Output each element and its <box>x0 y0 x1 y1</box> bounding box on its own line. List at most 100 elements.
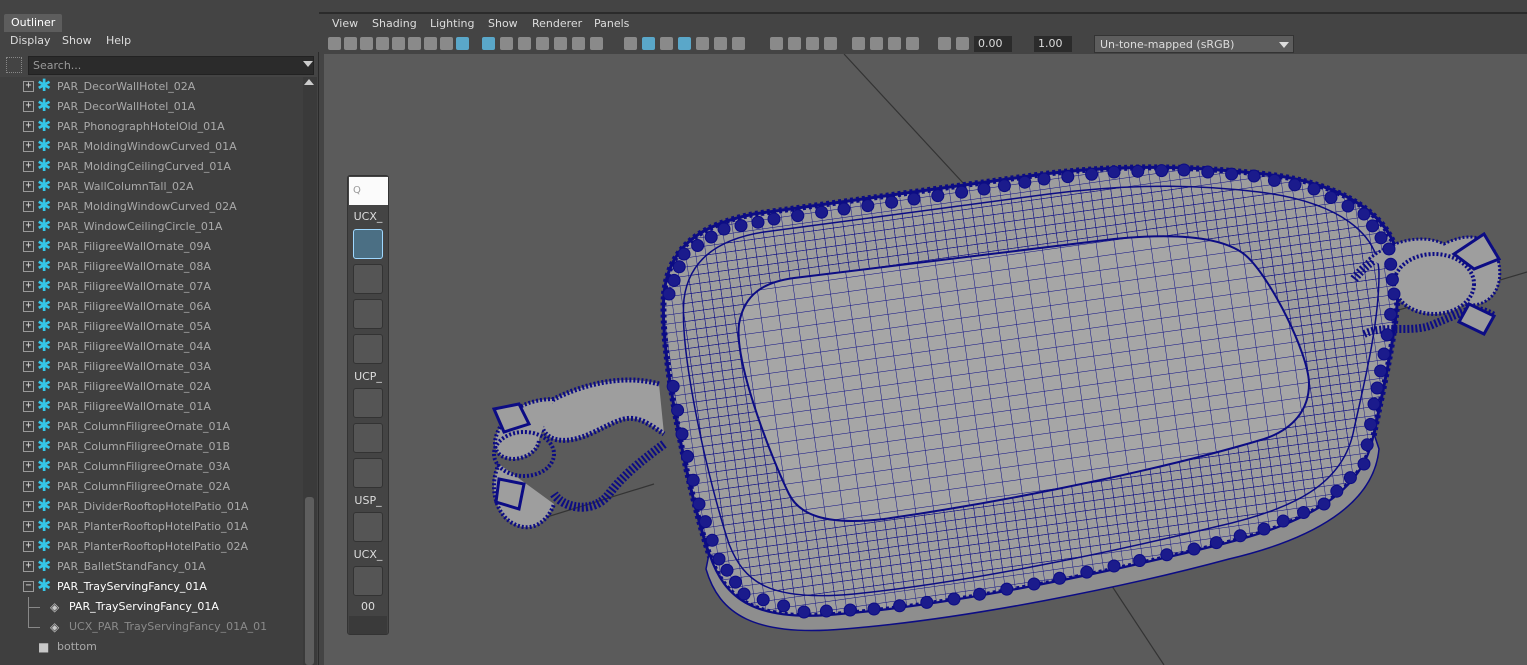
outliner-camera-row[interactable]: ■ bottom <box>0 637 303 657</box>
filter-toggle-icon[interactable] <box>6 57 22 73</box>
outliner-scroll-thumb[interactable] <box>305 497 314 665</box>
expand-icon[interactable]: + <box>23 461 34 472</box>
menu-panels[interactable]: Panels <box>594 17 629 30</box>
color-management-arrow-icon[interactable] <box>1279 42 1289 48</box>
expand-icon[interactable]: + <box>23 421 34 432</box>
toolbar-tool-icon[interactable] <box>424 37 437 50</box>
expand-icon[interactable]: + <box>23 101 34 112</box>
outliner-row[interactable]: + ✱ PAR_MoldingWindowCurved_02A <box>0 197 303 217</box>
toolbar-tool-icon[interactable] <box>770 37 783 50</box>
expand-icon[interactable]: + <box>23 241 34 252</box>
toolbar-tool-icon[interactable] <box>888 37 901 50</box>
toolbar-tool-icon[interactable] <box>624 37 637 50</box>
expand-icon[interactable]: + <box>23 81 34 92</box>
toolbar-tool-icon[interactable] <box>906 37 919 50</box>
menu-renderer[interactable]: Renderer <box>532 17 582 30</box>
toolbar-tool-icon[interactable] <box>344 37 357 50</box>
toolbar-tool-icon[interactable] <box>678 37 691 50</box>
expand-icon[interactable]: + <box>23 261 34 272</box>
expand-icon[interactable]: + <box>23 401 34 412</box>
toolbar-tool-icon[interactable] <box>824 37 837 50</box>
ucx-slab3-button[interactable] <box>353 334 383 364</box>
outliner-row[interactable]: + ✱ PAR_FiligreeWallOrnate_09A <box>0 237 303 257</box>
color-management-select[interactable]: Un-tone-mapped (sRGB) <box>1094 35 1294 53</box>
ucx-slab2-button[interactable] <box>353 299 383 329</box>
expand-icon[interactable]: + <box>23 181 34 192</box>
expand-icon[interactable]: + <box>23 121 34 132</box>
tab-outliner[interactable]: Outliner <box>4 14 62 32</box>
toolbar-tool-icon[interactable] <box>852 37 865 50</box>
outliner-row[interactable]: + ✱ PAR_DecorWallHotel_02A <box>0 77 303 97</box>
outliner-row[interactable]: + ✱ PAR_PlanterRooftopHotelPatio_02A <box>0 537 303 557</box>
outliner-row[interactable]: + ✱ PAR_WallColumnTall_02A <box>0 177 303 197</box>
toolbar-tool-icon[interactable] <box>572 37 585 50</box>
toolbar-tool-icon[interactable] <box>440 37 453 50</box>
ucx-create-button[interactable] <box>353 229 383 259</box>
expand-icon[interactable]: + <box>23 481 34 492</box>
search-dropdown-arrow-icon[interactable] <box>303 61 313 67</box>
outliner-child-row[interactable]: ◈ PAR_TrayServingFancy_01A <box>0 597 303 617</box>
ucp-capsule-rot-button[interactable] <box>353 423 383 453</box>
menu-display[interactable]: Display <box>10 34 51 47</box>
toolbar-tool-icon[interactable] <box>500 37 513 50</box>
toolbar-tool-icon[interactable] <box>456 37 469 50</box>
expand-icon[interactable]: + <box>23 221 34 232</box>
toolbar-tool-icon[interactable] <box>788 37 801 50</box>
expand-icon[interactable]: + <box>23 521 34 532</box>
outliner-row[interactable]: + ✱ PAR_FiligreeWallOrnate_01A <box>0 397 303 417</box>
toolbar-tool-icon[interactable] <box>696 37 709 50</box>
outliner-row[interactable]: + ✱ PAR_MoldingWindowCurved_01A <box>0 137 303 157</box>
outliner-row[interactable]: + ✱ PAR_FiligreeWallOrnate_08A <box>0 257 303 277</box>
expand-icon[interactable]: + <box>23 281 34 292</box>
ucp-capsule-button[interactable] <box>353 388 383 418</box>
outliner-row[interactable]: + ✱ PAR_FiligreeWallOrnate_07A <box>0 277 303 297</box>
outliner-row[interactable]: + ✱ PAR_BalletStandFancy_01A <box>0 557 303 577</box>
outliner-row[interactable]: + ✱ PAR_WindowCeilingCircle_01A <box>0 217 303 237</box>
outliner-row[interactable]: + ✱ PAR_FiligreeWallOrnate_02A <box>0 377 303 397</box>
toolbar-tool-icon[interactable] <box>376 37 389 50</box>
toolbar-tool-icon[interactable] <box>554 37 567 50</box>
toolbar-tool-icon[interactable] <box>518 37 531 50</box>
toolbar-tool-icon[interactable] <box>870 37 883 50</box>
menu-show-vp[interactable]: Show <box>488 17 518 30</box>
menu-show[interactable]: Show <box>62 34 92 47</box>
outliner-row[interactable]: + ✱ PAR_DividerRooftopHotelPatio_01A <box>0 497 303 517</box>
toolbar-tool-icon[interactable] <box>408 37 421 50</box>
toolbar-tool-icon[interactable] <box>392 37 405 50</box>
expand-icon[interactable]: + <box>23 321 34 332</box>
expand-icon[interactable]: + <box>23 541 34 552</box>
toolbar-tool-icon[interactable] <box>714 37 727 50</box>
expand-icon[interactable]: + <box>23 201 34 212</box>
expand-icon[interactable]: + <box>23 441 34 452</box>
outliner-search-input[interactable]: Search... <box>28 56 314 75</box>
ucx-box-button[interactable] <box>353 264 383 294</box>
expand-icon[interactable]: + <box>23 561 34 572</box>
outliner-child-row[interactable]: ◈ UCX_PAR_TrayServingFancy_01A_01 <box>0 617 303 637</box>
outliner-row[interactable]: − ✱ PAR_TrayServingFancy_01A <box>0 577 303 597</box>
menu-view[interactable]: View <box>332 17 358 30</box>
ucx-convex-button[interactable] <box>353 566 383 596</box>
toolbar-tool-icon[interactable] <box>360 37 373 50</box>
ucp-capsule-flat-button[interactable] <box>353 458 383 488</box>
outliner-row[interactable]: + ✱ PAR_ColumnFiligreeOrnate_02A <box>0 477 303 497</box>
expand-icon[interactable]: + <box>23 341 34 352</box>
toolbar-tool-icon[interactable] <box>938 37 951 50</box>
expand-icon[interactable]: + <box>23 141 34 152</box>
toolbar-tool-icon[interactable] <box>536 37 549 50</box>
expand-icon[interactable]: + <box>23 381 34 392</box>
expand-icon[interactable]: + <box>23 161 34 172</box>
3d-viewport[interactable] <box>324 54 1527 665</box>
toolbar-tool-icon[interactable] <box>660 37 673 50</box>
exposure-field[interactable]: 0.00 <box>974 36 1012 52</box>
outliner-row[interactable]: + ✱ PAR_ColumnFiligreeOrnate_03A <box>0 457 303 477</box>
scroll-up-arrow-icon[interactable] <box>304 79 314 85</box>
outliner-row[interactable]: + ✱ PAR_FiligreeWallOrnate_05A <box>0 317 303 337</box>
outliner-row[interactable]: + ✱ PAR_ColumnFiligreeOrnate_01B <box>0 437 303 457</box>
collapse-icon[interactable]: − <box>23 581 34 592</box>
outliner-row[interactable]: + ✱ PAR_ColumnFiligreeOrnate_01A <box>0 417 303 437</box>
menu-lighting[interactable]: Lighting <box>430 17 474 30</box>
expand-icon[interactable]: + <box>23 361 34 372</box>
usp-sphere-button[interactable] <box>353 512 383 542</box>
menu-help[interactable]: Help <box>106 34 131 47</box>
outliner-row[interactable]: + ✱ PAR_FiligreeWallOrnate_03A <box>0 357 303 377</box>
